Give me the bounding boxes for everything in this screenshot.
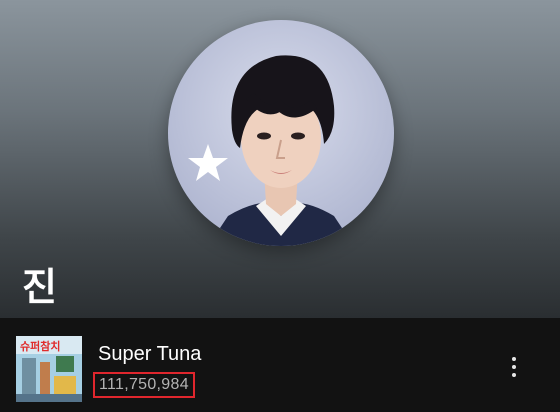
more-vertical-icon: [512, 357, 516, 361]
track-row[interactable]: 슈퍼참치 Super Tuna 111,750,984: [0, 318, 560, 412]
album-cover: 슈퍼참치: [16, 336, 82, 402]
more-options-button[interactable]: [500, 352, 528, 382]
svg-text:슈퍼참치: 슈퍼참치: [20, 339, 60, 353]
artist-name: 진: [22, 265, 57, 309]
artist-avatar: [168, 20, 394, 246]
play-count: 111,750,984: [93, 372, 195, 398]
artist-header: 진: [0, 0, 560, 318]
track-title[interactable]: Super Tuna: [98, 344, 201, 364]
